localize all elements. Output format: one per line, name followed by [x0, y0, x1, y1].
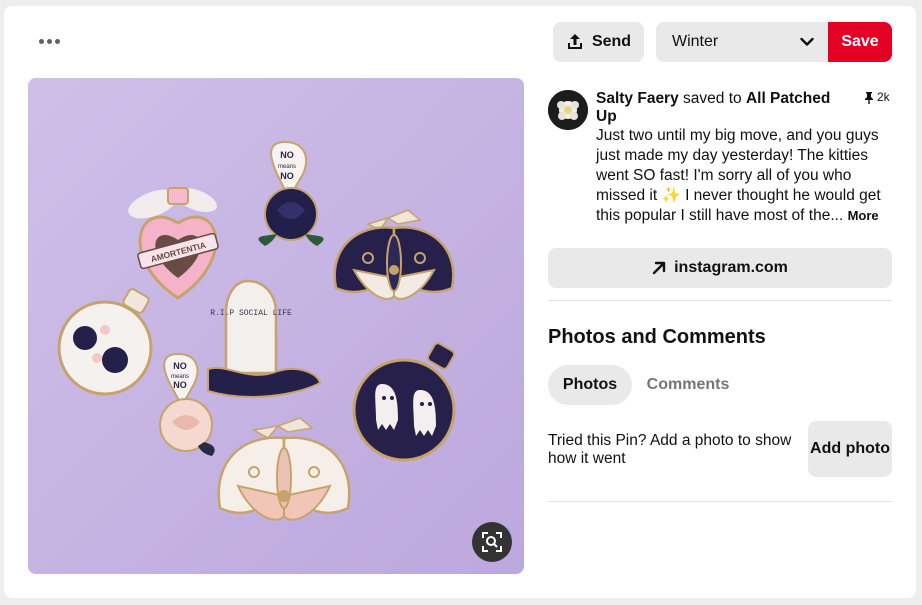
flower-avatar-image	[548, 90, 588, 130]
visual-search-button[interactable]	[472, 522, 512, 562]
description-text: Just two until my big move, and you guys…	[596, 127, 881, 224]
save-button[interactable]: Save	[828, 22, 892, 62]
svg-text:means: means	[278, 164, 296, 170]
send-label: Send	[591, 33, 632, 50]
board-select-value: Winter	[672, 33, 719, 50]
send-button[interactable]: Send	[553, 22, 644, 62]
saves-count-value: 2k	[877, 90, 890, 104]
pin-description: Just two until my big move, and you guys…	[596, 126, 888, 226]
svg-text:NO: NO	[173, 361, 187, 371]
tab-comments[interactable]: Comments	[640, 365, 736, 405]
enamel-pins-illustration: AMORTENTIA NO means NO R.I.P SOCIAL LIFE…	[28, 78, 524, 574]
saver-name-link[interactable]: Salty Faery	[596, 90, 679, 107]
arrow-up-right-icon	[652, 261, 666, 275]
more-link[interactable]: More	[848, 208, 879, 223]
saved-to-text: saved to	[678, 90, 746, 107]
section-title: Photos and Comments	[548, 326, 766, 348]
svg-text:NO: NO	[173, 380, 187, 390]
more-options-button[interactable]	[36, 28, 62, 54]
saved-to-line: Salty Faery saved to All Patched Up	[596, 90, 836, 126]
tried-pin-text: Tried this Pin? Add a photo to show how …	[548, 432, 792, 467]
divider	[548, 300, 892, 301]
saves-count: 2k	[864, 90, 890, 104]
lens-icon	[482, 532, 502, 552]
chevron-down-icon	[800, 37, 814, 46]
pin-icon	[865, 91, 873, 104]
svg-text:NO: NO	[280, 150, 294, 160]
avatar[interactable]	[548, 90, 588, 130]
pin-image[interactable]: AMORTENTIA NO means NO R.I.P SOCIAL LIFE…	[28, 78, 524, 574]
svg-text:NO: NO	[280, 171, 294, 181]
share-icon	[567, 34, 582, 49]
source-link-label: instagram.com	[674, 259, 788, 276]
tab-photos[interactable]: Photos	[548, 365, 632, 405]
source-link-button[interactable]: instagram.com	[548, 248, 892, 288]
more-dots-icon	[38, 38, 60, 44]
board-select[interactable]: Winter	[656, 22, 828, 62]
grave-pin-label: R.I.P SOCIAL LIFE	[210, 309, 292, 318]
add-photo-button[interactable]: Add photo	[808, 421, 892, 477]
divider	[548, 501, 892, 502]
